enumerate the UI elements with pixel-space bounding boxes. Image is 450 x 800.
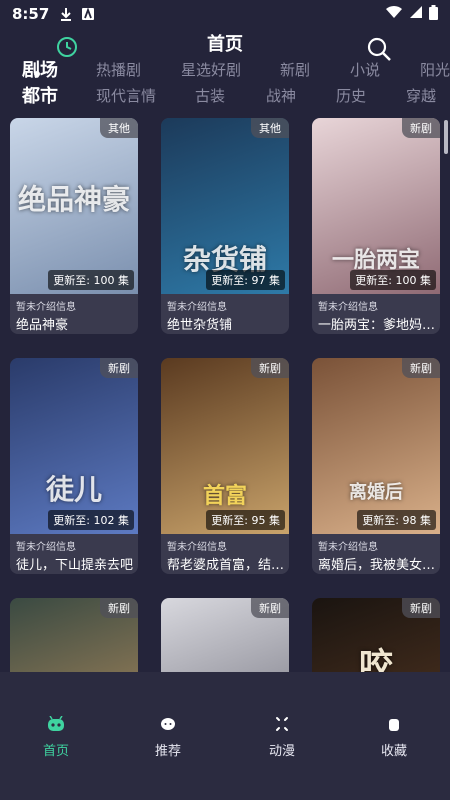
drama-title: 绝品神豪 bbox=[16, 318, 69, 333]
drama-grid: 绝品神豪 其他 更新至: 100 集 暂未介绍信息 绝品神豪 杂货铺 其他 更新… bbox=[10, 118, 440, 672]
tab-sunshine[interactable]: 阳光 bbox=[420, 59, 450, 80]
tab-new-series[interactable]: 新剧 bbox=[280, 59, 310, 80]
tab-history[interactable]: 历史 bbox=[336, 85, 366, 106]
poster-title-art: 离婚后 bbox=[349, 482, 403, 503]
tab-war-god[interactable]: 战神 bbox=[266, 85, 296, 106]
nav-recommend-label: 推荐 bbox=[154, 744, 181, 759]
favorite-icon bbox=[384, 714, 404, 734]
category-badge: 新剧 bbox=[100, 598, 138, 618]
signal-icon bbox=[409, 5, 423, 23]
history-icon[interactable] bbox=[56, 36, 78, 58]
drama-poster: 杂货铺 bbox=[161, 118, 289, 294]
drama-info: 暂未介绍信息 bbox=[167, 302, 227, 313]
drama-card[interactable]: 徒儿 新剧 更新至: 102 集 暂未介绍信息 徒儿，下山提亲去吧 bbox=[10, 358, 138, 574]
drama-card[interactable]: 咬 新剧 bbox=[312, 598, 440, 672]
category-badge: 新剧 bbox=[402, 358, 440, 378]
nav-anime-label: 动漫 bbox=[268, 744, 295, 759]
home-icon bbox=[46, 714, 66, 734]
category-badge: 其他 bbox=[100, 118, 138, 138]
nav-home[interactable]: 首页 bbox=[16, 714, 96, 759]
anime-icon bbox=[272, 714, 292, 734]
status-bar: 8:57 bbox=[0, 0, 450, 28]
drama-info: 暂未介绍信息 bbox=[16, 542, 76, 553]
nav-anime[interactable]: 动漫 bbox=[242, 714, 322, 759]
drama-poster: 徒儿 bbox=[10, 358, 138, 534]
tab-hot-series[interactable]: 热播剧 bbox=[96, 59, 141, 80]
episode-count: 更新至: 97 集 bbox=[206, 270, 285, 290]
tab-active-indicator bbox=[34, 71, 40, 77]
drama-card[interactable]: 一胎两宝 新剧 更新至: 100 集 暂未介绍信息 一胎两宝：爹地妈咪… bbox=[312, 118, 440, 334]
poster-title-art: 绝品神豪 bbox=[17, 183, 131, 216]
drama-title: 离婚后，我被美女包… bbox=[318, 558, 436, 573]
nav-favorites[interactable]: 收藏 bbox=[354, 714, 434, 759]
nav-home-label: 首页 bbox=[42, 744, 69, 759]
tab-urban[interactable]: 都市 bbox=[22, 82, 58, 108]
category-badge: 新剧 bbox=[251, 358, 289, 378]
tab-time-travel[interactable]: 穿越 bbox=[406, 85, 436, 106]
drama-title: 绝世杂货铺 bbox=[167, 318, 233, 333]
category-tabs-secondary: 都市 现代言情 古装 战神 历史 穿越 bbox=[0, 82, 450, 108]
drama-card[interactable]: 杂货铺 其他 更新至: 97 集 暂未介绍信息 绝世杂货铺 bbox=[161, 118, 289, 334]
drama-info: 暂未介绍信息 bbox=[318, 542, 378, 553]
nav-recommend[interactable]: 推荐 bbox=[128, 714, 208, 759]
category-tabs-primary: 剧场 热播剧 星选好剧 新剧 小说 阳光 bbox=[0, 56, 450, 82]
drama-poster: 离婚后 bbox=[312, 358, 440, 534]
tab-theater[interactable]: 剧场 bbox=[22, 56, 58, 82]
tab-novel[interactable]: 小说 bbox=[350, 59, 380, 80]
recommend-icon bbox=[158, 714, 178, 734]
category-badge: 其他 bbox=[251, 118, 289, 138]
category-badge: 新剧 bbox=[251, 598, 289, 618]
episode-count: 更新至: 102 集 bbox=[48, 510, 134, 530]
drama-poster: 一胎两宝 bbox=[312, 118, 440, 294]
scrollbar-thumb[interactable] bbox=[444, 120, 448, 154]
poster-title-art: 首富 bbox=[202, 483, 248, 509]
download-icon bbox=[59, 7, 73, 21]
drama-card[interactable]: 绝品神豪 其他 更新至: 100 集 暂未介绍信息 绝品神豪 bbox=[10, 118, 138, 334]
drama-poster: 首富 bbox=[161, 358, 289, 534]
bottom-navigation: 首页 推荐 动漫 收藏 bbox=[0, 672, 450, 800]
status-time: 8:57 bbox=[12, 5, 50, 23]
drama-title: 一胎两宝：爹地妈咪… bbox=[318, 318, 436, 333]
app-notification-icon bbox=[81, 7, 95, 21]
nav-favorites-label: 收藏 bbox=[380, 744, 407, 759]
drama-title: 徒儿，下山提亲去吧 bbox=[16, 558, 134, 573]
tab-selected-series[interactable]: 星选好剧 bbox=[181, 59, 241, 80]
tab-modern-romance[interactable]: 现代言情 bbox=[96, 85, 156, 106]
tab-costume[interactable]: 古装 bbox=[195, 85, 225, 106]
drama-info: 暂未介绍信息 bbox=[318, 302, 378, 313]
episode-count: 更新至: 100 集 bbox=[350, 270, 436, 290]
wifi-icon bbox=[385, 5, 403, 23]
episode-count: 更新至: 100 集 bbox=[48, 270, 134, 290]
drama-card[interactable]: 离婚后 新剧 更新至: 98 集 暂未介绍信息 离婚后，我被美女包… bbox=[312, 358, 440, 574]
episode-count: 更新至: 98 集 bbox=[357, 510, 436, 530]
drama-card[interactable]: 新剧 bbox=[161, 598, 289, 672]
poster-title-art: 徒儿 bbox=[45, 473, 103, 506]
battery-icon bbox=[429, 4, 438, 24]
drama-card[interactable]: 新剧 bbox=[10, 598, 138, 672]
drama-info: 暂未介绍信息 bbox=[167, 542, 227, 553]
category-badge: 新剧 bbox=[402, 118, 440, 138]
drama-poster: 绝品神豪 bbox=[10, 118, 138, 294]
poster-title-art: 咬 bbox=[359, 646, 393, 672]
category-badge: 新剧 bbox=[402, 598, 440, 618]
drama-title: 帮老婆成首富，结果… bbox=[167, 558, 285, 573]
drama-info: 暂未介绍信息 bbox=[16, 302, 76, 313]
category-badge: 新剧 bbox=[100, 358, 138, 378]
drama-card[interactable]: 首富 新剧 更新至: 95 集 暂未介绍信息 帮老婆成首富，结果… bbox=[161, 358, 289, 574]
episode-count: 更新至: 95 集 bbox=[206, 510, 285, 530]
